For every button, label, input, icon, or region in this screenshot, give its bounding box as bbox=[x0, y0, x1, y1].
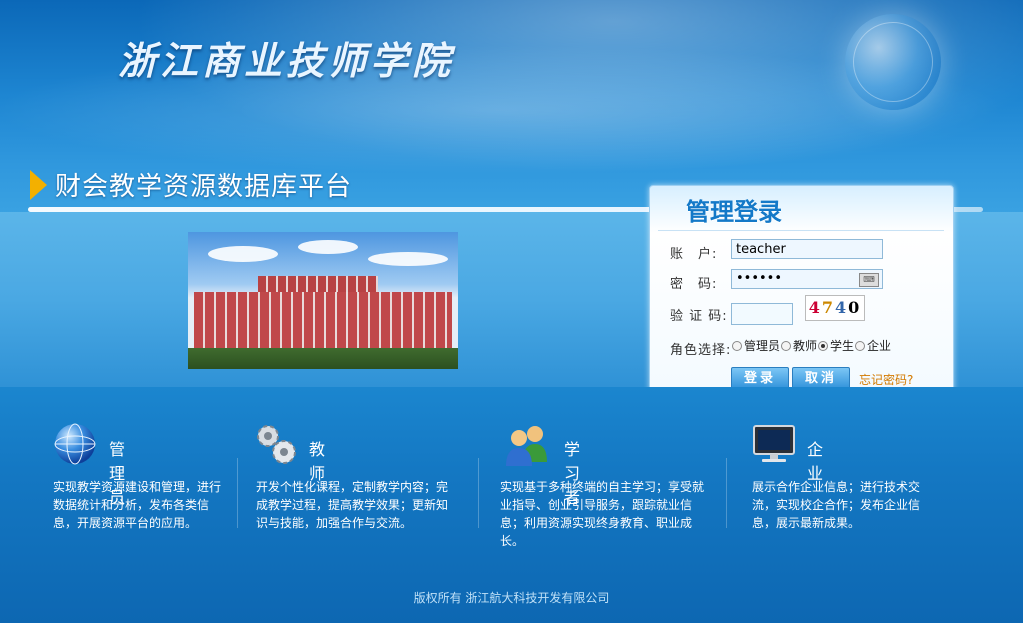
role-teacher-radio[interactable] bbox=[781, 340, 792, 351]
copyright-text: 版权所有 浙江航大科技开发有限公司 bbox=[413, 591, 610, 605]
header-banner: 浙江商业技师学院 财会教学资源数据库平台 bbox=[0, 0, 1023, 215]
captcha-image[interactable]: 4740 bbox=[805, 295, 865, 321]
feature-teacher-desc: 开发个性化课程，定制教学内容；完成教学过程，提高教学效果；更新知识与技能，加强合… bbox=[256, 480, 449, 530]
captcha-label: 验 证 码: bbox=[670, 309, 728, 324]
school-name: 浙江商业技师学院 bbox=[118, 38, 455, 83]
globe-network-icon bbox=[54, 423, 96, 465]
role-enterprise[interactable]: 企业 bbox=[855, 337, 891, 354]
forgot-password-link[interactable]: 忘记密码? bbox=[859, 371, 913, 388]
role-radio-group: 管理员 教师 学生 企业 bbox=[732, 337, 892, 354]
platform-title: 财会教学资源数据库平台 bbox=[55, 172, 353, 202]
password-label: 密 码: bbox=[670, 277, 718, 292]
feature-divider bbox=[726, 458, 727, 528]
feature-teacher-title: 教师 bbox=[309, 440, 326, 483]
role-label: 角色选择: bbox=[670, 343, 732, 358]
gears-icon bbox=[257, 425, 296, 464]
account-input[interactable] bbox=[731, 239, 883, 259]
login-title: 管理登录 bbox=[686, 198, 782, 226]
role-enterprise-radio[interactable] bbox=[855, 340, 866, 351]
feature-enterprise-desc: 展示合作企业信息；进行技术交流，实现校企合作；发布企业信息，展示最新成果。 bbox=[752, 480, 921, 530]
keyboard-icon[interactable]: ⌨ bbox=[859, 273, 879, 287]
account-label: 账 户: bbox=[670, 247, 718, 262]
feature-enterprise-title: 企业 bbox=[807, 440, 824, 483]
role-teacher[interactable]: 教师 bbox=[781, 337, 817, 354]
feature-divider bbox=[478, 458, 479, 528]
feature-divider bbox=[237, 458, 238, 528]
globe-decoration-icon bbox=[845, 14, 941, 110]
role-student[interactable]: 学生 bbox=[818, 337, 854, 354]
password-input[interactable]: •••••• ⌨ bbox=[731, 269, 883, 289]
password-value: •••••• bbox=[736, 271, 783, 286]
campus-photo bbox=[188, 232, 458, 369]
login-divider bbox=[658, 230, 944, 231]
role-admin-radio[interactable] bbox=[732, 340, 742, 351]
monitor-icon bbox=[753, 425, 795, 462]
captcha-input[interactable] bbox=[731, 303, 793, 325]
feature-learner-desc: 实现基于多种终端的自主学习；享受就业指导、创业引导服务，跟踪就业信息；利用资源实… bbox=[500, 480, 705, 548]
users-icon bbox=[506, 426, 547, 466]
arrow-marker-icon bbox=[30, 169, 47, 200]
role-admin[interactable]: 管理员 bbox=[732, 337, 780, 354]
feature-admin-desc: 实现教学资源建设和管理，进行数据统计和分析，发布各类信息，开展资源平台的应用。 bbox=[53, 480, 222, 530]
login-panel: 管理登录 账 户: 密 码: •••••• ⌨ 验 证 码: 4740 角色选择… bbox=[649, 185, 954, 399]
platform-heading: 财会教学资源数据库平台 bbox=[30, 166, 352, 203]
role-student-radio[interactable] bbox=[818, 340, 829, 351]
